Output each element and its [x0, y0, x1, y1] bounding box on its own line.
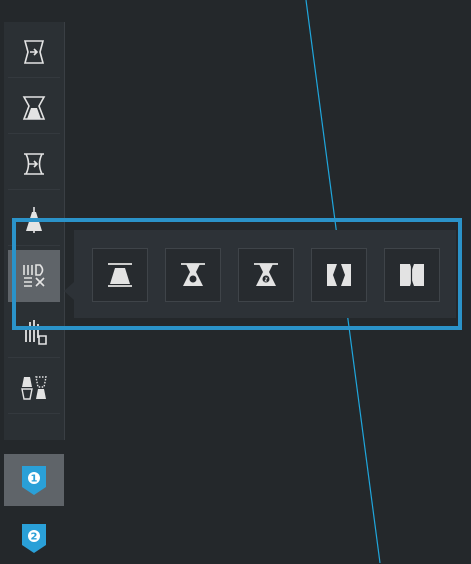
taper-both-sides-icon — [400, 264, 424, 286]
marker-1-button[interactable]: 1 — [4, 454, 64, 506]
option-taper-top[interactable] — [92, 248, 148, 302]
option-taper-left[interactable] — [311, 248, 367, 302]
tool-taper-forward[interactable] — [8, 26, 60, 78]
option-taper-bottom-1[interactable] — [165, 248, 221, 302]
tool-pattern-pair[interactable] — [8, 362, 60, 414]
marker-1-label: 1 — [31, 474, 38, 485]
marker-pin-1-icon: 1 — [22, 466, 46, 495]
option-taper-bottom-2[interactable] — [238, 248, 294, 302]
tool-draft[interactable] — [8, 194, 60, 246]
flex-taper-icon — [24, 152, 44, 175]
taper-type-flyout — [74, 230, 456, 318]
side-toolbar — [4, 22, 65, 440]
tool-align-stack[interactable] — [8, 306, 60, 358]
taper-body-icon — [22, 95, 46, 120]
taper-forward-icon — [23, 39, 45, 64]
taper-left-icon — [327, 264, 351, 286]
align-stack-icon — [25, 319, 47, 345]
pattern-pair-icon — [21, 375, 47, 400]
tool-taper-type-menu[interactable] — [8, 250, 60, 302]
marker-2-label: 2 — [31, 532, 38, 543]
taper-top-icon — [108, 263, 132, 287]
marker-2-button[interactable]: 2 — [4, 512, 64, 564]
marker-pin-2-icon: 2 — [22, 524, 46, 553]
tool-taper-body[interactable] — [8, 82, 60, 134]
tool-flex-taper[interactable] — [8, 138, 60, 190]
taper-type-menu-icon — [23, 264, 45, 287]
taper-bottom-2-icon — [254, 263, 278, 286]
draft-tool-icon — [26, 206, 42, 233]
taper-bottom-1-icon — [181, 263, 205, 286]
option-taper-both-sides[interactable] — [384, 248, 440, 302]
flyout-pointer — [64, 282, 74, 300]
